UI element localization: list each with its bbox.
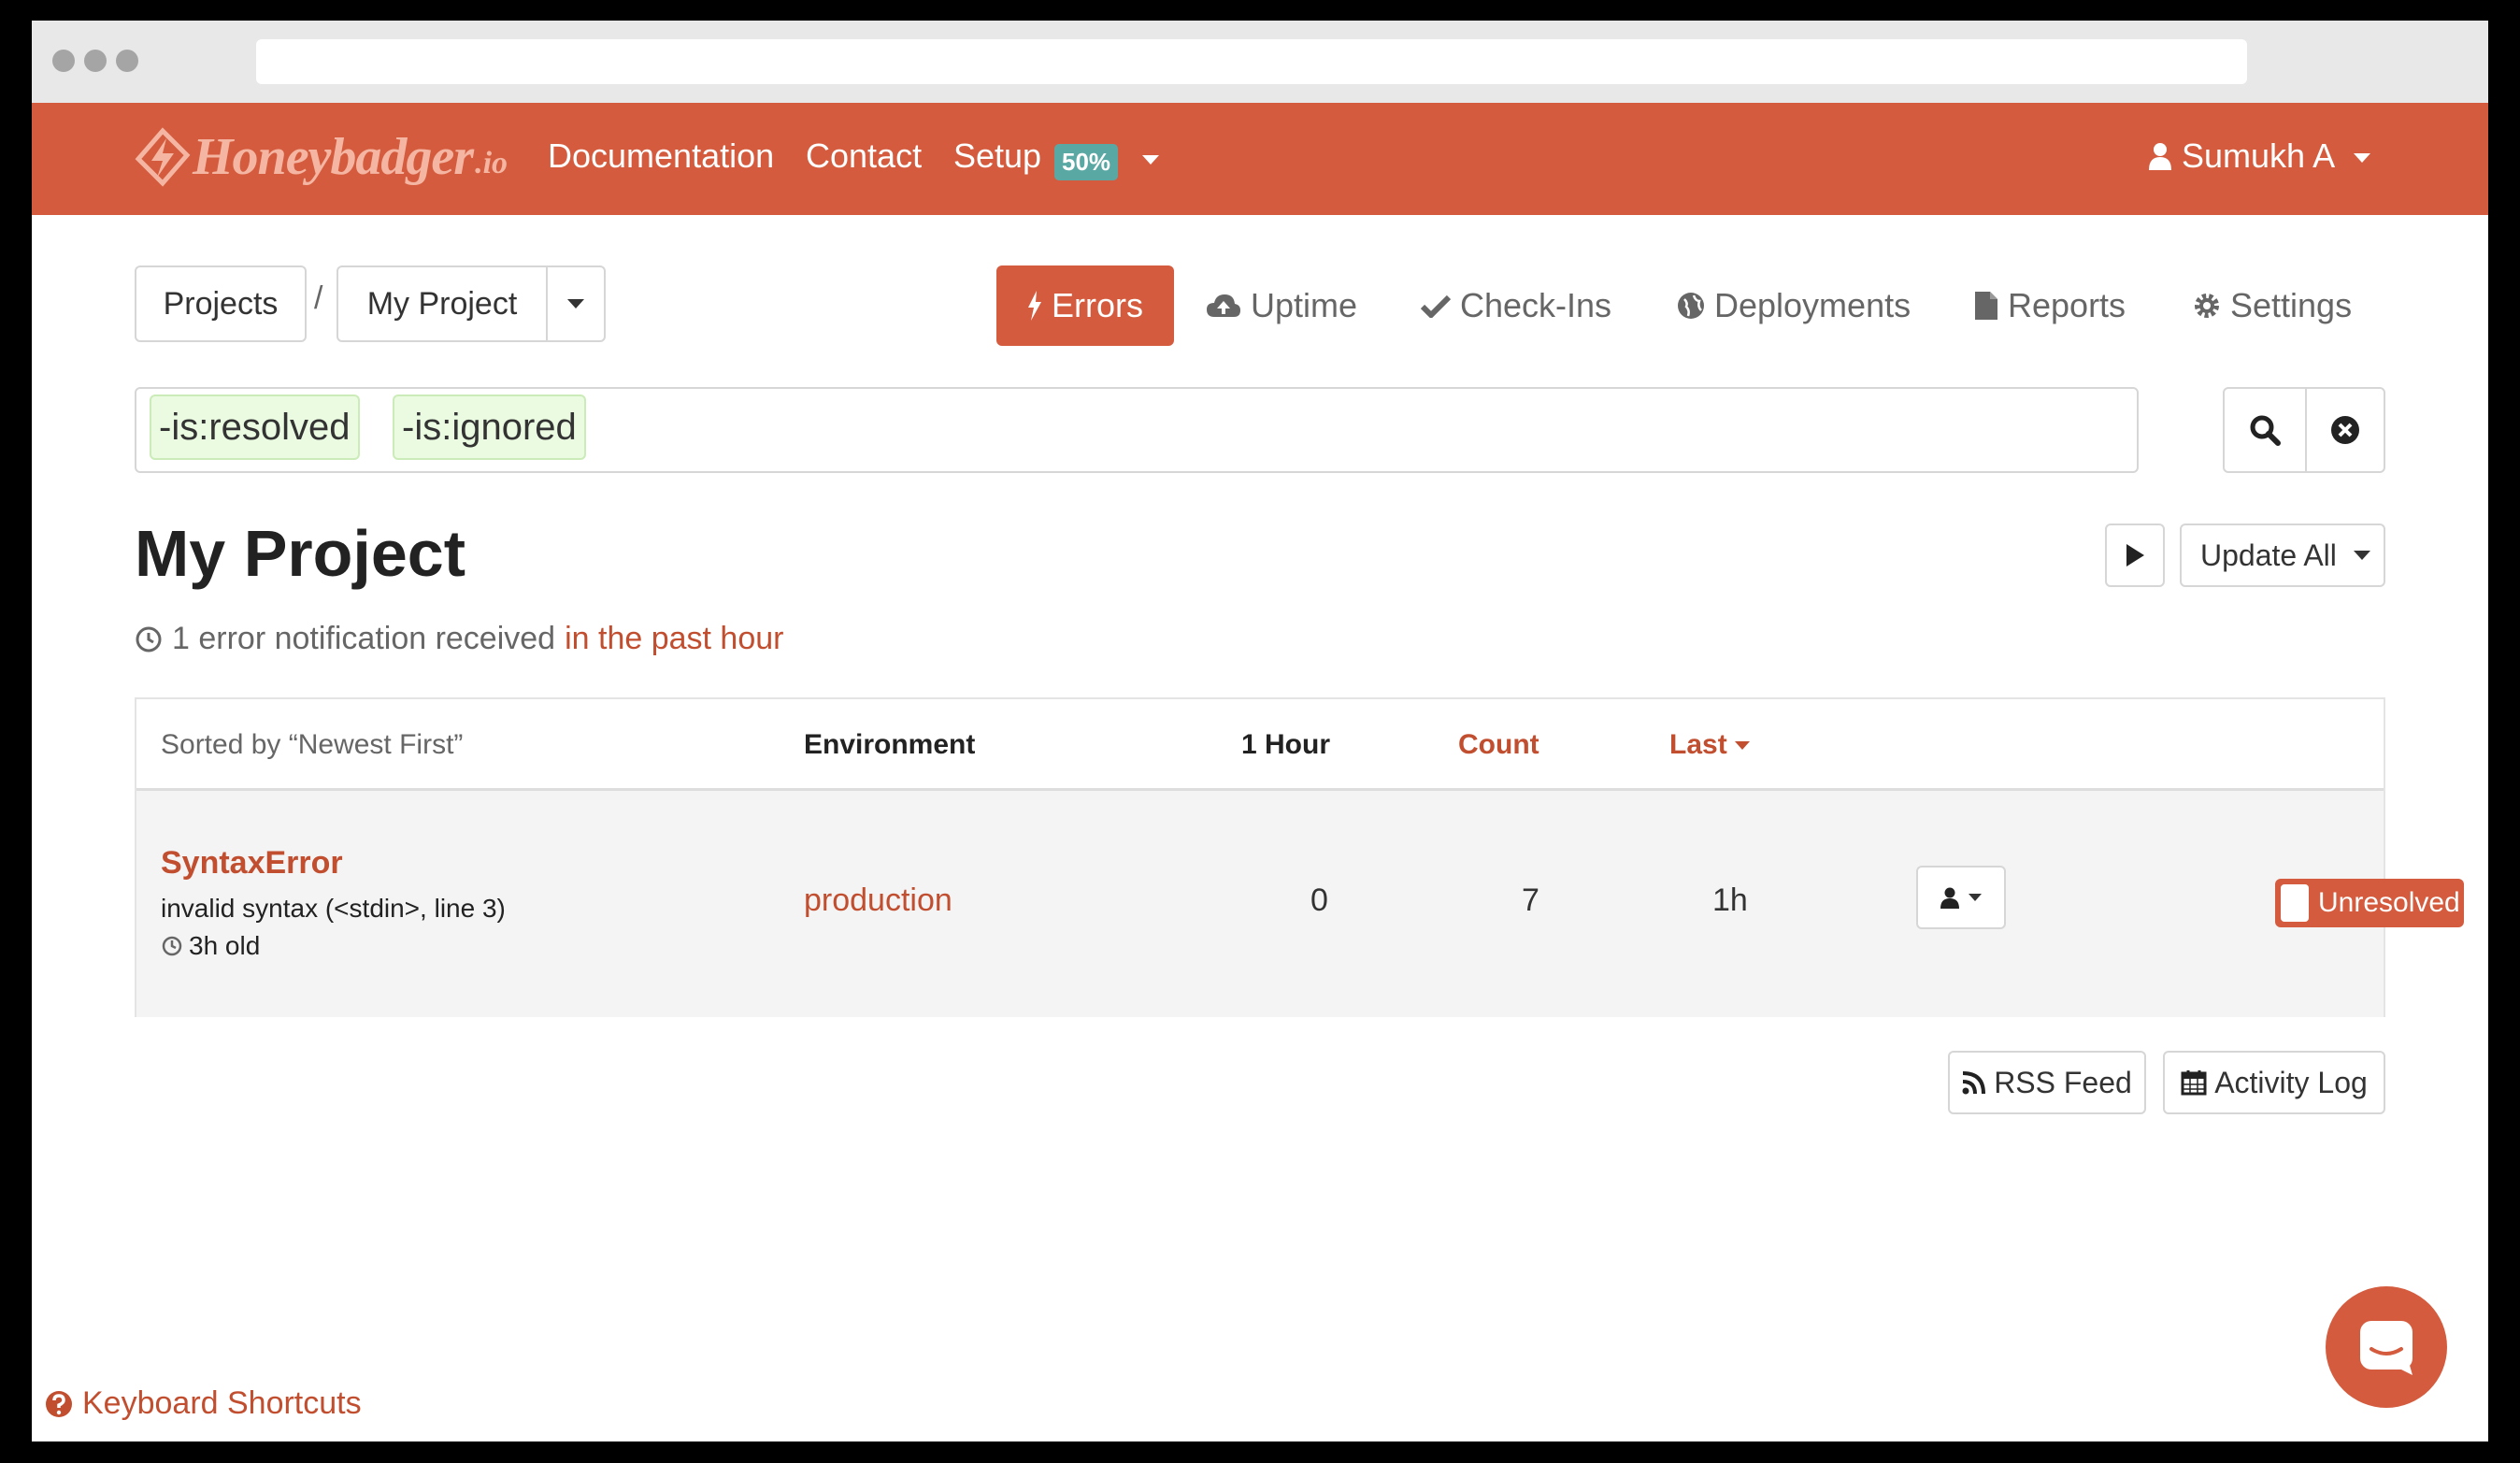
chevron-down-icon bbox=[2353, 551, 2370, 560]
user-icon bbox=[2149, 143, 2171, 170]
nav-setup-link[interactable]: Setup bbox=[953, 136, 1041, 176]
status-toggle-knob bbox=[2281, 884, 2309, 922]
table-row[interactable]: SyntaxError invalid syntax (<stdin>, lin… bbox=[136, 791, 2464, 1017]
keyboard-shortcuts-link[interactable]: Keyboard Shortcuts bbox=[45, 1385, 362, 1422]
gear-icon bbox=[2195, 294, 2219, 318]
tab-uptime[interactable]: Uptime bbox=[1206, 265, 1357, 346]
user-name: Sumukh A bbox=[2182, 136, 2336, 175]
tab-settings-label: Settings bbox=[2230, 286, 2353, 324]
setup-progress-badge: 50% bbox=[1054, 144, 1119, 180]
logo-suffix: .io bbox=[475, 146, 508, 180]
assign-user-button[interactable] bbox=[1916, 866, 2006, 929]
projects-breadcrumb-button[interactable]: Projects bbox=[135, 265, 307, 342]
update-all-label: Update All bbox=[2200, 538, 2337, 572]
cloud-upload-icon bbox=[1207, 294, 1240, 317]
user-caret-icon bbox=[2354, 153, 2371, 163]
nav-documentation-link[interactable]: Documentation bbox=[548, 136, 774, 176]
activity-log-button[interactable]: Activity Log bbox=[2163, 1051, 2385, 1114]
play-icon bbox=[2126, 544, 2144, 567]
window-minimize-dot[interactable] bbox=[84, 50, 107, 72]
globe-icon bbox=[1678, 293, 1704, 319]
error-age-text: 3h old bbox=[189, 931, 261, 960]
nav-contact-link[interactable]: Contact bbox=[806, 136, 922, 176]
top-navbar: Honeybadger .io Documentation Contact Se… bbox=[32, 103, 2488, 215]
window-close-dot[interactable] bbox=[52, 50, 75, 72]
breadcrumb-separator: / bbox=[314, 280, 323, 316]
tab-reports[interactable]: Reports bbox=[1974, 265, 2126, 346]
close-circle-icon bbox=[2331, 416, 2359, 444]
chat-icon bbox=[2360, 1321, 2413, 1375]
window-zoom-dot[interactable] bbox=[116, 50, 138, 72]
page-title: My Project bbox=[135, 517, 465, 590]
column-last[interactable]: Last bbox=[1669, 729, 1750, 761]
hour-count: 0 bbox=[1310, 882, 1328, 918]
tab-uptime-label: Uptime bbox=[1251, 286, 1358, 324]
question-circle-icon bbox=[46, 1390, 72, 1417]
tab-errors-label: Errors bbox=[1052, 286, 1143, 324]
browser-window: Honeybadger .io Documentation Contact Se… bbox=[32, 21, 2488, 1441]
chevron-down-icon bbox=[567, 299, 584, 308]
logo-text: Honeybadger bbox=[193, 128, 474, 186]
clear-search-button[interactable] bbox=[2305, 387, 2385, 473]
setup-caret-icon[interactable] bbox=[1142, 155, 1159, 165]
total-count: 7 bbox=[1522, 882, 1539, 918]
clock-icon bbox=[136, 626, 162, 652]
column-one-hour[interactable]: 1 Hour bbox=[1241, 729, 1330, 761]
tab-deployments-label: Deployments bbox=[1714, 286, 1911, 324]
lightning-logo-icon bbox=[135, 127, 191, 187]
page-subtitle: 1 error notification received in the pas… bbox=[135, 621, 783, 657]
check-icon bbox=[1421, 294, 1451, 318]
activity-log-label: Activity Log bbox=[2214, 1065, 2368, 1099]
tab-errors[interactable]: Errors bbox=[996, 265, 1174, 346]
error-age: 3h old bbox=[161, 931, 260, 961]
browser-chrome bbox=[32, 21, 2488, 103]
play-button[interactable] bbox=[2105, 524, 2165, 587]
tab-reports-label: Reports bbox=[2008, 286, 2126, 324]
column-environment: Environment bbox=[804, 729, 976, 760]
column-last-label: Last bbox=[1669, 729, 1727, 760]
clock-icon bbox=[162, 936, 182, 956]
rss-feed-label: RSS Feed bbox=[1994, 1065, 2132, 1099]
tab-checkins-label: Check-Ins bbox=[1460, 286, 1612, 324]
last-seen: 1h bbox=[1712, 882, 1748, 918]
filter-chip-ignored[interactable]: -is:ignored bbox=[393, 394, 586, 460]
user-menu[interactable]: Sumukh A bbox=[2148, 136, 2371, 176]
tab-checkins[interactable]: Check-Ins bbox=[1421, 265, 1611, 346]
rss-icon bbox=[1962, 1071, 1986, 1095]
error-class-link[interactable]: SyntaxError bbox=[161, 845, 343, 882]
honeybadger-logo[interactable]: Honeybadger .io bbox=[135, 127, 508, 187]
errors-table: Sorted by “Newest First” Environment 1 H… bbox=[135, 697, 2464, 1017]
user-icon bbox=[1940, 887, 1959, 909]
search-button[interactable] bbox=[2223, 387, 2307, 473]
filter-chip-resolved[interactable]: -is:resolved bbox=[150, 394, 360, 460]
subtitle-time-link[interactable]: in the past hour bbox=[565, 621, 783, 657]
project-breadcrumb-button[interactable]: My Project bbox=[336, 265, 548, 342]
search-input[interactable]: -is:resolved -is:ignored bbox=[135, 387, 2139, 473]
search-icon bbox=[2250, 415, 2281, 446]
rss-feed-button[interactable]: RSS Feed bbox=[1948, 1051, 2146, 1114]
address-bar[interactable] bbox=[256, 39, 2247, 84]
subtitle-text: 1 error notification received bbox=[172, 621, 556, 656]
error-message: invalid syntax (<stdin>, line 3) bbox=[161, 894, 506, 923]
table-header: Sorted by “Newest First” Environment 1 H… bbox=[136, 699, 2384, 791]
sort-caret-icon bbox=[1734, 740, 1750, 750]
update-all-button[interactable]: Update All bbox=[2180, 524, 2385, 587]
chevron-down-icon bbox=[1969, 894, 1982, 901]
sort-label: Sorted by “Newest First” bbox=[161, 729, 464, 760]
calendar-icon bbox=[2181, 1070, 2207, 1096]
environment-link[interactable]: production bbox=[804, 882, 952, 919]
tab-deployments[interactable]: Deployments bbox=[1677, 265, 1911, 346]
keyboard-shortcuts-label: Keyboard Shortcuts bbox=[82, 1385, 362, 1421]
bolt-icon bbox=[1028, 291, 1041, 321]
file-icon bbox=[1975, 292, 1997, 320]
status-toggle[interactable]: Unresolved bbox=[2275, 879, 2464, 927]
column-count[interactable]: Count bbox=[1458, 729, 1539, 761]
chat-launcher-button[interactable] bbox=[2326, 1286, 2447, 1408]
tab-settings[interactable]: Settings bbox=[2193, 265, 2352, 346]
project-dropdown-button[interactable] bbox=[546, 265, 606, 342]
status-label: Unresolved bbox=[2318, 887, 2460, 918]
